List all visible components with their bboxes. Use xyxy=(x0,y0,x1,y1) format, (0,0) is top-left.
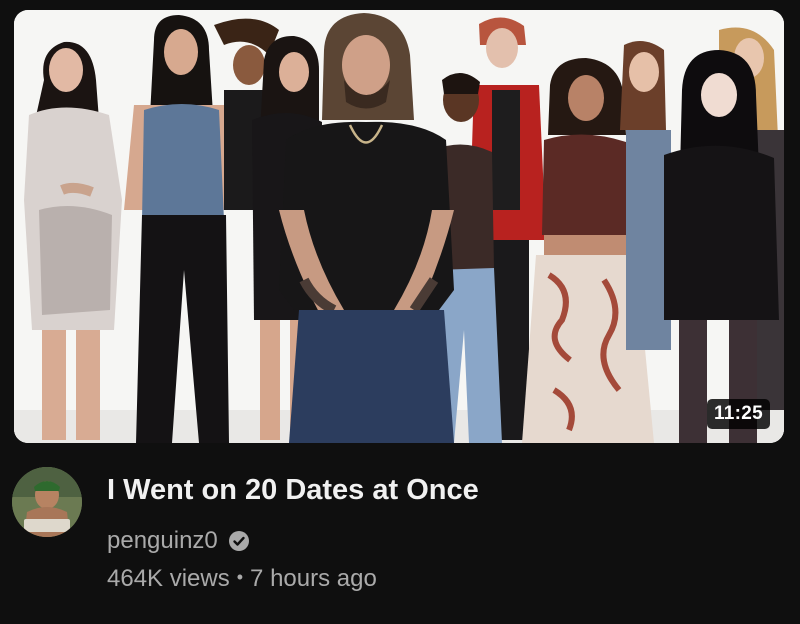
video-metadata: 464K views • 7 hours ago xyxy=(107,563,377,596)
verified-check-icon xyxy=(228,531,249,551)
avatar-image xyxy=(12,467,82,537)
meta-separator: • xyxy=(236,567,244,587)
upload-age: 7 hours ago xyxy=(250,565,377,592)
channel-name[interactable]: penguinz0 xyxy=(107,526,218,556)
channel-row[interactable]: penguinz0 xyxy=(107,525,250,557)
channel-avatar[interactable] xyxy=(12,467,82,537)
video-title[interactable]: I Went on 20 Dates at Once xyxy=(107,472,767,508)
video-card[interactable]: 11:25 I Went on 20 Dates at Once penguin… xyxy=(0,0,800,624)
view-count: 464K views xyxy=(107,565,230,592)
video-thumbnail[interactable]: 11:25 xyxy=(14,10,784,443)
duration-badge: 11:25 xyxy=(706,399,770,429)
thumbnail-image xyxy=(14,10,784,443)
